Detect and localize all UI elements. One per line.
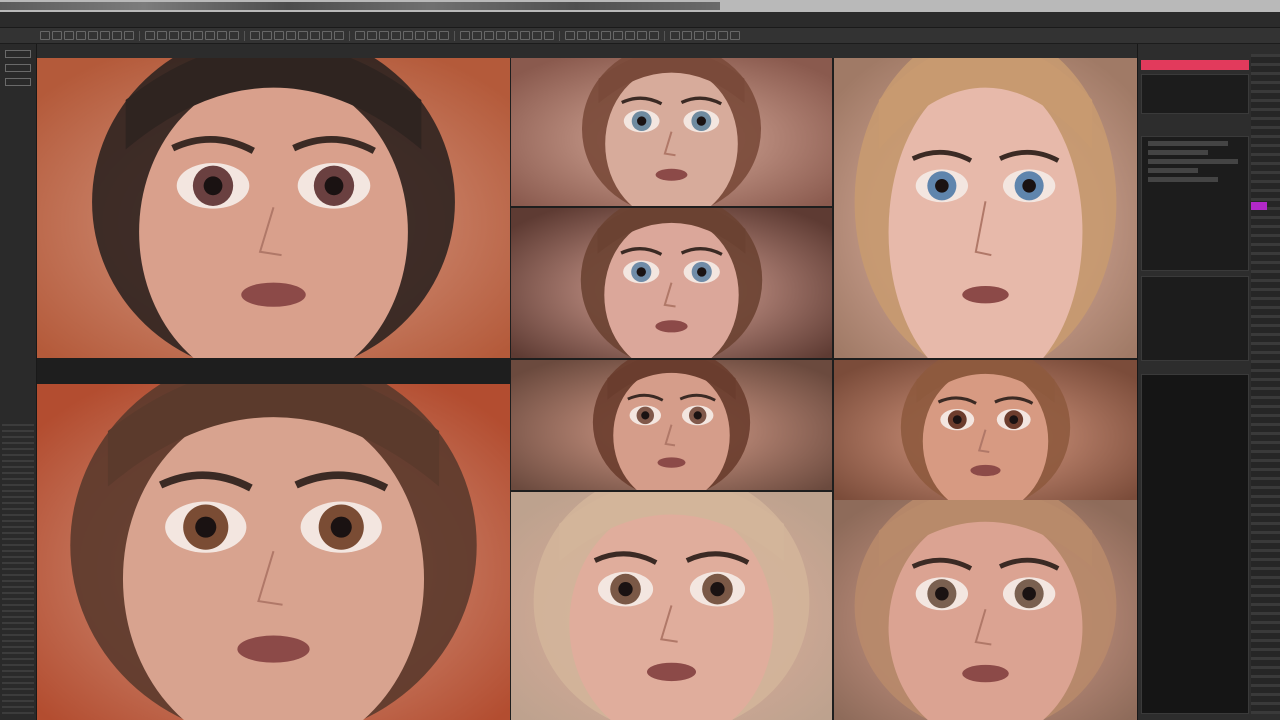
- toolbar-tool-icon[interactable]: [559, 30, 560, 41]
- toolbar-tool-icon[interactable]: [169, 31, 179, 40]
- toolbar-tool-icon[interactable]: [367, 31, 377, 40]
- toolbar-tool-icon[interactable]: [508, 31, 518, 40]
- toolbar-tool-icon[interactable]: [298, 31, 308, 40]
- history-panel: [1141, 276, 1249, 361]
- face-image-4: [834, 58, 1137, 358]
- toolbar-tool-icon[interactable]: [355, 31, 365, 40]
- face-illustration: [511, 492, 832, 720]
- title-bar: [0, 0, 1280, 12]
- color-swatch-bar[interactable]: [1141, 60, 1249, 70]
- toolbar-tool-icon[interactable]: [439, 31, 449, 40]
- face-illustration: [834, 500, 1137, 720]
- toolbar-tool-icon[interactable]: [472, 31, 482, 40]
- toolbar-tool-icon[interactable]: [217, 31, 227, 40]
- face-illustration: [834, 360, 1137, 500]
- toolbar-tool-icon[interactable]: [76, 31, 86, 40]
- toolbar-tool-icon[interactable]: [124, 31, 134, 40]
- toolbar-tool-icon[interactable]: [334, 31, 344, 40]
- toolbar-tool-icon[interactable]: [589, 31, 599, 40]
- face-image-8: [511, 492, 832, 720]
- toolbar-tool-icon[interactable]: [625, 31, 635, 40]
- toolbar-tool-icon[interactable]: [532, 31, 542, 40]
- toolbar-tool-icon[interactable]: [454, 30, 455, 41]
- toolbar-tool-icon[interactable]: [730, 31, 740, 40]
- tools-panel[interactable]: [0, 44, 37, 720]
- face-image-3: [511, 208, 832, 358]
- options-toolbar[interactable]: [0, 28, 1280, 44]
- toolbar-tool-icon[interactable]: [427, 31, 437, 40]
- toolbar-tool-icon[interactable]: [349, 30, 350, 41]
- toolbar-tool-icon[interactable]: [379, 31, 389, 40]
- panel-scrollbar[interactable]: [1251, 54, 1280, 714]
- toolbar-tool-icon[interactable]: [415, 31, 425, 40]
- toolbar-tool-icon[interactable]: [112, 31, 122, 40]
- toolbar-tool-icon[interactable]: [181, 31, 191, 40]
- toolbar-tool-icon[interactable]: [250, 31, 260, 40]
- face-illustration: [511, 58, 832, 206]
- canvas[interactable]: [37, 44, 1137, 720]
- face-illustration: [511, 208, 832, 358]
- face-image-1: [37, 58, 510, 358]
- face-illustration: [37, 58, 510, 358]
- toolbar-tool-icon[interactable]: [520, 31, 530, 40]
- toolbar-tool-icon[interactable]: [496, 31, 506, 40]
- toolbar-tool-icon[interactable]: [565, 31, 575, 40]
- face-illustration: [511, 360, 832, 490]
- toolbar-tool-icon[interactable]: [310, 31, 320, 40]
- tool-icon[interactable]: [5, 64, 31, 72]
- properties-panel[interactable]: [1141, 136, 1249, 271]
- toolbar-tool-icon[interactable]: [577, 31, 587, 40]
- toolbar-tool-icon[interactable]: [544, 31, 554, 40]
- toolbar-tool-icon[interactable]: [139, 30, 140, 41]
- toolbar-tool-icon[interactable]: [229, 31, 239, 40]
- toolbar-tool-icon[interactable]: [40, 31, 50, 40]
- toolbar-tool-icon[interactable]: [706, 31, 716, 40]
- toolbar-tool-icon[interactable]: [682, 31, 692, 40]
- toolbar-tool-icon[interactable]: [274, 31, 284, 40]
- toolbar-tool-icon[interactable]: [52, 31, 62, 40]
- toolbar-tool-icon[interactable]: [601, 31, 611, 40]
- toolbar-tool-icon[interactable]: [193, 31, 203, 40]
- face-image-5: [37, 384, 510, 720]
- toolbar-tool-icon[interactable]: [403, 31, 413, 40]
- face-image-9: [834, 500, 1137, 720]
- toolbar-tool-icon[interactable]: [88, 31, 98, 40]
- toolbar-tool-icon[interactable]: [664, 30, 665, 41]
- toolbar-tool-icon[interactable]: [157, 31, 167, 40]
- tool-icon[interactable]: [5, 78, 31, 86]
- layers-panel[interactable]: [1137, 44, 1280, 720]
- canvas-header: [37, 44, 1137, 58]
- document-tabs[interactable]: [0, 2, 720, 10]
- layer-ruler: [2, 424, 34, 714]
- toolbar-tool-icon[interactable]: [100, 31, 110, 40]
- toolbar-tool-icon[interactable]: [484, 31, 494, 40]
- toolbar-tool-icon[interactable]: [670, 31, 680, 40]
- toolbar-tool-icon[interactable]: [637, 31, 647, 40]
- toolbar-tool-icon[interactable]: [286, 31, 296, 40]
- toolbar-tool-icon[interactable]: [613, 31, 623, 40]
- face-image-6: [511, 360, 832, 490]
- face-illustration: [834, 58, 1137, 358]
- toolbar-tool-icon[interactable]: [262, 31, 272, 40]
- face-image-2: [511, 58, 832, 206]
- toolbar-tool-icon[interactable]: [322, 31, 332, 40]
- face-illustration: [37, 384, 510, 720]
- toolbar-tool-icon[interactable]: [244, 30, 245, 41]
- preview-panel: [1141, 74, 1249, 114]
- toolbar-tool-icon[interactable]: [694, 31, 704, 40]
- tool-icon[interactable]: [5, 50, 31, 58]
- toolbar-tool-icon[interactable]: [391, 31, 401, 40]
- toolbar-tool-icon[interactable]: [205, 31, 215, 40]
- toolbar-tool-icon[interactable]: [145, 31, 155, 40]
- menu-bar[interactable]: [0, 12, 1280, 28]
- channels-panel[interactable]: [1141, 374, 1249, 714]
- toolbar-tool-icon[interactable]: [718, 31, 728, 40]
- toolbar-tool-icon[interactable]: [460, 31, 470, 40]
- toolbar-tool-icon[interactable]: [64, 31, 74, 40]
- face-image-7: [834, 360, 1137, 500]
- selected-layer-marker: [1251, 202, 1267, 210]
- toolbar-tool-icon[interactable]: [649, 31, 659, 40]
